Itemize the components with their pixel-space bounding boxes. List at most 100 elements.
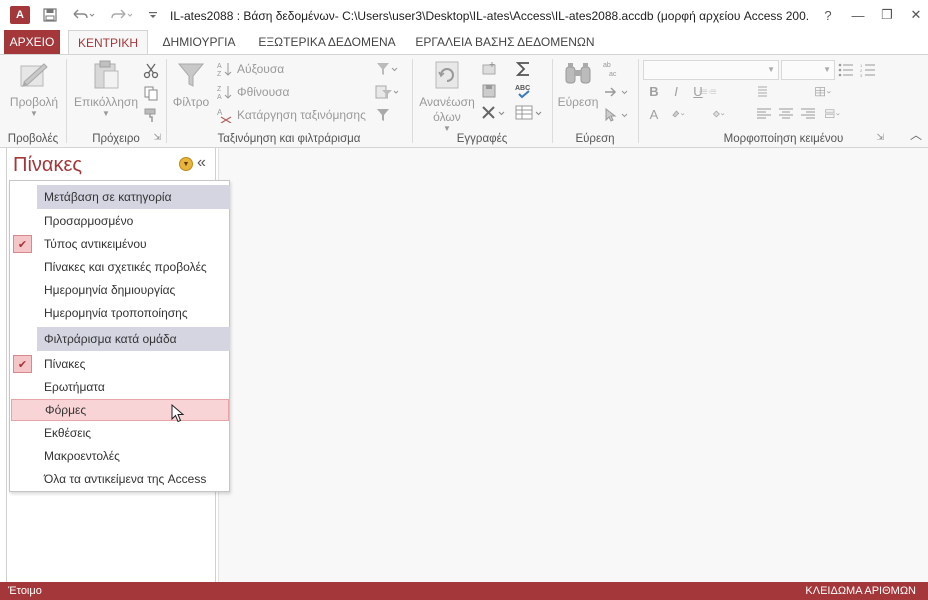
close-button[interactable]: ✕ bbox=[902, 4, 928, 26]
sort-filter-group-label: Ταξινόμηση και φιλτράρισμα bbox=[217, 133, 361, 145]
paste-icon bbox=[90, 59, 122, 91]
clipboard-group-label: Πρόχειρο bbox=[92, 133, 140, 145]
status-text: Έτοιμο bbox=[8, 585, 42, 597]
gridlines-icon[interactable] bbox=[815, 83, 833, 101]
menu-item-label: Πίνακες και σχετικές προβολές bbox=[44, 260, 207, 274]
font-size-combo[interactable]: ▼ bbox=[781, 60, 835, 80]
customize-qat-icon[interactable] bbox=[146, 6, 160, 24]
svg-text:Z: Z bbox=[217, 86, 222, 93]
tab-file[interactable]: ΑΡΧΕΙΟ bbox=[4, 30, 60, 54]
font-name-combo[interactable]: ▼ bbox=[643, 60, 779, 80]
more-records-icon[interactable] bbox=[515, 103, 545, 123]
ribbon-tabs: ΑΡΧΕΙΟ ΚΕΝΤΡΙΚΗ ΔΗΜΙΟΥΡΓΙΑ ΕΞΩΤΕΡΙΚΑ ΔΕΔ… bbox=[0, 30, 928, 55]
fill-color-icon[interactable] bbox=[711, 105, 729, 123]
svg-text:ac: ac bbox=[609, 71, 617, 78]
bold-button[interactable]: B bbox=[645, 82, 663, 100]
svg-text:ab: ab bbox=[603, 62, 611, 69]
align-right-icon[interactable] bbox=[799, 105, 817, 123]
svg-text:3: 3 bbox=[860, 73, 863, 77]
filter-icon bbox=[175, 59, 207, 91]
menu-item-label: Ερωτήματα bbox=[44, 380, 105, 394]
remove-sort-icon: A bbox=[217, 107, 233, 123]
format-painter-icon[interactable] bbox=[143, 105, 159, 125]
replace-icon[interactable]: ab ac bbox=[603, 59, 621, 79]
redo-icon[interactable] bbox=[108, 6, 138, 24]
menu-item-all-objects[interactable]: Όλα τα αντικείμενα της Access bbox=[10, 468, 229, 490]
find-button[interactable]: Εύρεση bbox=[555, 59, 601, 110]
go-to-icon[interactable] bbox=[603, 82, 631, 102]
menu-item-modified-date[interactable]: Ημερομηνία τροποποίησης bbox=[10, 302, 229, 324]
clipboard-group: Επικόλληση ▼ Πρόχειρο ⇲ bbox=[67, 55, 165, 147]
clipboard-launcher-icon[interactable]: ⇲ bbox=[153, 132, 161, 143]
check-icon: ✔ bbox=[13, 235, 32, 253]
tab-database-tools[interactable]: ΕΡΓΑΛΕΙΑ ΒΑΣΗΣ ΔΕΔΟΜΕΝΩΝ bbox=[410, 30, 600, 54]
menu-item-label: Φόρμες bbox=[45, 403, 87, 417]
help-button[interactable]: ? bbox=[814, 4, 842, 26]
select-icon[interactable] bbox=[603, 105, 631, 125]
nav-pane-title[interactable]: Πίνακες bbox=[13, 154, 82, 177]
paste-button[interactable]: Επικόλληση ▼ bbox=[71, 59, 141, 118]
align-center-icon[interactable] bbox=[777, 105, 795, 123]
alternate-row-color-icon[interactable] bbox=[825, 105, 843, 123]
sort-ascending-button[interactable]: AZ Αύξουσα bbox=[217, 59, 284, 79]
menu-item-label: Ημερομηνία τροποποίησης bbox=[44, 306, 188, 320]
selection-filter-icon[interactable] bbox=[375, 59, 399, 79]
menu-item-tables[interactable]: ✔ Πίνακες bbox=[10, 353, 229, 375]
view-icon bbox=[18, 59, 50, 91]
tab-create[interactable]: ΔΗΜΙΟΥΡΓΙΑ bbox=[156, 30, 242, 54]
title-bar: A IL-ates2088 : Βάση δεδομένων- C:\Users… bbox=[0, 0, 928, 30]
view-button[interactable]: Προβολή ▼ bbox=[6, 59, 62, 118]
toggle-filter-icon[interactable] bbox=[375, 105, 391, 125]
refresh-all-button[interactable]: Ανανέωση όλων ▼ bbox=[417, 59, 477, 133]
numbering-icon[interactable]: 123 bbox=[859, 61, 877, 79]
align-left-icon[interactable] bbox=[755, 105, 773, 123]
menu-item-tables-related[interactable]: Πίνακες και σχετικές προβολές bbox=[10, 256, 229, 278]
font-color-button[interactable]: A bbox=[645, 105, 663, 123]
save-icon[interactable] bbox=[40, 6, 60, 24]
menu-item-forms[interactable]: Φόρμες bbox=[11, 399, 229, 421]
menu-item-created-date[interactable]: Ημερομηνία δημιουργίας bbox=[10, 279, 229, 301]
menu-item-label: Ημερομηνία δημιουργίας bbox=[44, 283, 176, 297]
text-formatting-launcher-icon[interactable]: ⇲ bbox=[876, 132, 884, 143]
menu-item-label: Προσαρμοσμένο bbox=[44, 214, 134, 228]
view-label: Προβολή bbox=[9, 95, 59, 109]
underline-button[interactable]: U bbox=[689, 82, 707, 100]
collapse-ribbon-icon[interactable]: ︿ bbox=[910, 126, 922, 143]
advanced-filter-icon[interactable] bbox=[375, 82, 399, 102]
tab-home[interactable]: ΚΕΝΤΡΙΚΗ bbox=[68, 30, 148, 55]
menu-item-label: Τύπος αντικειμένου bbox=[44, 237, 147, 251]
highlight-icon[interactable] bbox=[671, 105, 689, 123]
minimize-button[interactable]: — bbox=[844, 4, 872, 26]
restore-button[interactable]: ❐ bbox=[873, 4, 901, 26]
menu-item-label: Όλα τα αντικείμενα της Access bbox=[44, 472, 207, 486]
tab-external-data[interactable]: ΕΞΩΤΕΡΙΚΑ ΔΕΔΟΜΕΝΑ bbox=[256, 30, 398, 54]
cut-icon[interactable] bbox=[143, 61, 159, 81]
sort-descending-icon: ZA bbox=[217, 84, 233, 100]
new-record-icon[interactable] bbox=[481, 59, 497, 79]
nav-collapse-button[interactable]: « bbox=[197, 154, 206, 172]
records-group-label: Εγγραφές bbox=[456, 133, 508, 145]
totals-icon[interactable] bbox=[515, 59, 533, 79]
paragraph-icon[interactable] bbox=[753, 83, 771, 101]
italic-button[interactable]: I bbox=[667, 82, 685, 100]
spelling-icon[interactable]: ABC bbox=[515, 81, 533, 101]
svg-text:A: A bbox=[217, 94, 222, 100]
bullets-icon[interactable] bbox=[837, 61, 855, 79]
save-record-icon[interactable] bbox=[481, 81, 497, 101]
menu-header-filter: Φιλτράρισμα κατά ομάδα bbox=[37, 327, 230, 351]
sort-filter-group: Φίλτρο AZ Αύξουσα ZA Φθίνουσα A Κατάργησ… bbox=[167, 55, 411, 147]
access-app-icon[interactable]: A bbox=[10, 6, 30, 24]
menu-item-macros[interactable]: Μακροεντολές bbox=[10, 445, 229, 467]
undo-icon[interactable] bbox=[68, 6, 98, 24]
menu-item-reports[interactable]: Εκθέσεις bbox=[10, 422, 229, 444]
nav-menu-dropdown-icon[interactable]: ▼ bbox=[179, 157, 193, 171]
copy-icon[interactable] bbox=[143, 83, 159, 103]
menu-item-object-type[interactable]: ✔ Τύπος αντικειμένου bbox=[10, 233, 229, 255]
sort-descending-button[interactable]: ZA Φθίνουσα bbox=[217, 82, 290, 102]
sort-ascending-label: Αύξουσα bbox=[237, 62, 285, 76]
remove-sort-button[interactable]: A Κατάργηση ταξινόμησης bbox=[217, 105, 366, 125]
filter-button[interactable]: Φίλτρο bbox=[169, 59, 213, 110]
delete-record-icon[interactable] bbox=[481, 103, 507, 123]
menu-item-queries[interactable]: Ερωτήματα bbox=[10, 376, 229, 398]
menu-item-custom[interactable]: Προσαρμοσμένο bbox=[10, 210, 229, 232]
